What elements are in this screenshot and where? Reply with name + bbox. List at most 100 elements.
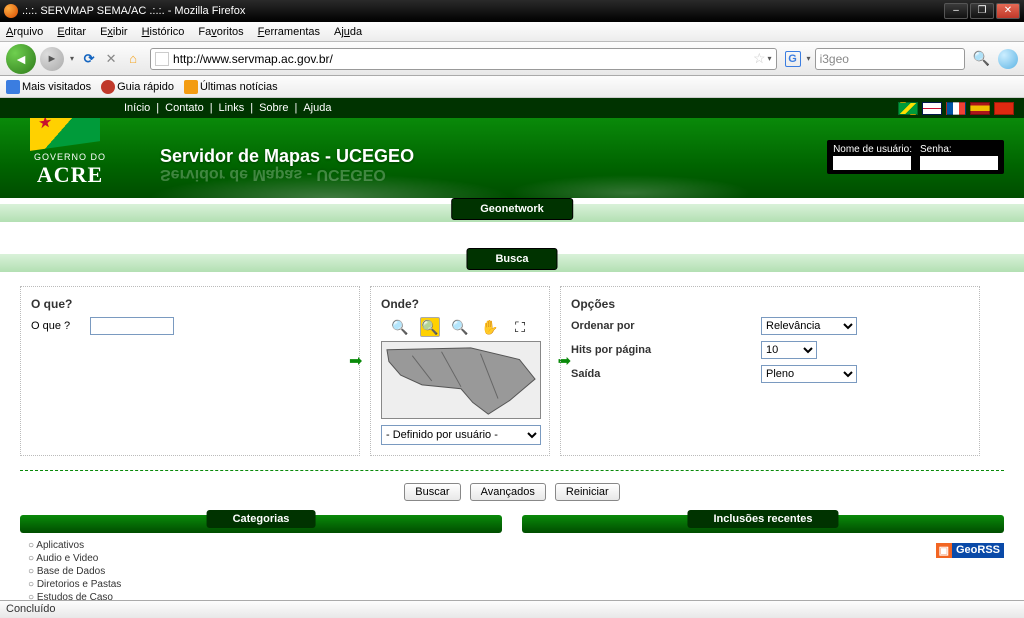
what-title: O que? bbox=[31, 297, 349, 311]
search-input[interactable]: i3geo bbox=[815, 48, 965, 70]
flag-spain-icon[interactable] bbox=[970, 102, 990, 115]
map-tools: 🔍 🔍 🔍 ✋ ⛶ bbox=[381, 317, 539, 337]
hits-label: Hits por página bbox=[571, 344, 761, 356]
home-button[interactable]: ⌂ bbox=[124, 50, 142, 68]
search-engine-dropdown-icon[interactable]: ▾ bbox=[807, 54, 811, 63]
nav-sobre[interactable]: Sobre bbox=[259, 102, 288, 114]
site-identity-icon[interactable] bbox=[155, 52, 169, 66]
menu-tools[interactable]: Ferramentas bbox=[258, 26, 320, 38]
nav-contato[interactable]: Contato bbox=[165, 102, 204, 114]
list-item[interactable]: Audio e Video bbox=[28, 552, 502, 565]
password-label: Senha: bbox=[920, 144, 998, 155]
where-select[interactable]: - Definido por usuário - bbox=[381, 425, 541, 445]
url-bar[interactable]: ☆ ▾ bbox=[150, 48, 777, 70]
advanced-button[interactable]: Avançados bbox=[470, 483, 546, 501]
window-buttons: – ❐ ✕ bbox=[944, 3, 1020, 19]
hits-select[interactable]: 10 bbox=[761, 341, 817, 359]
menu-view[interactable]: Exibir bbox=[100, 26, 128, 38]
bookmarks-toolbar: Mais visitados Guia rápido Últimas notíc… bbox=[0, 76, 1024, 98]
nav-links[interactable]: Links bbox=[219, 102, 245, 114]
divider bbox=[20, 470, 1004, 471]
pan-icon[interactable]: ✋ bbox=[480, 317, 500, 337]
minimize-button[interactable]: – bbox=[944, 3, 968, 19]
flag-france-icon[interactable] bbox=[946, 102, 966, 115]
bookmark-star-icon[interactable]: ☆ bbox=[753, 50, 766, 67]
stop-button[interactable]: ✕ bbox=[102, 50, 120, 68]
menu-edit[interactable]: Editar bbox=[57, 26, 86, 38]
geonetwork-tab[interactable]: Geonetwork bbox=[451, 198, 573, 220]
search-value: i3geo bbox=[820, 52, 849, 66]
flag-china-icon[interactable] bbox=[994, 102, 1014, 115]
list-item[interactable]: Diretorios e Pastas bbox=[28, 578, 502, 591]
close-button[interactable]: ✕ bbox=[996, 3, 1020, 19]
panel-where: ➡ ➡ Onde? 🔍 🔍 🔍 ✋ ⛶ - Definido por usuár bbox=[370, 286, 550, 456]
menu-history[interactable]: Histórico bbox=[142, 26, 185, 38]
search-go-icon[interactable]: 🔍 bbox=[973, 50, 990, 67]
full-extent-icon[interactable]: ⛶ bbox=[510, 317, 530, 337]
bottom-columns: Categorias Aplicativos Audio e Video Bas… bbox=[0, 515, 1024, 604]
username-input[interactable] bbox=[833, 156, 911, 170]
flag-brazil-icon[interactable] bbox=[898, 102, 918, 115]
bookmark-news[interactable]: Últimas notícias bbox=[184, 80, 278, 94]
menubar: Arquivo Editar Exibir Histórico Favorito… bbox=[0, 22, 1024, 42]
where-title: Onde? bbox=[381, 297, 539, 311]
nav-ajuda[interactable]: Ajuda bbox=[303, 102, 331, 114]
username-label: Nome de usuário: bbox=[833, 144, 912, 155]
categories-tab: Categorias bbox=[207, 510, 316, 528]
search-area: O que? O que ? ➡ ➡ Onde? 🔍 🔍 🔍 ✋ ⛶ bbox=[0, 272, 1024, 466]
nav-inicio[interactable]: Início bbox=[124, 102, 150, 114]
list-item[interactable]: Aplicativos bbox=[28, 539, 502, 552]
zoom-box-icon[interactable]: 🔍 bbox=[420, 317, 440, 337]
output-select[interactable]: Pleno bbox=[761, 365, 857, 383]
categories-list: Aplicativos Audio e Video Base de Dados … bbox=[20, 539, 502, 604]
reset-button[interactable]: Reiniciar bbox=[555, 483, 620, 501]
panel-options: Opções Ordenar por Relevância Hits por p… bbox=[560, 286, 980, 456]
rss-icon: ▣ bbox=[936, 543, 952, 558]
menu-file[interactable]: Arquivo bbox=[6, 26, 43, 38]
menu-help[interactable]: Ajuda bbox=[334, 26, 362, 38]
acre-flag-icon bbox=[30, 118, 100, 151]
top-nav-strip: Início | Contato | Links | Sobre | Ajuda bbox=[0, 98, 1024, 118]
password-input[interactable] bbox=[920, 156, 998, 170]
nav-toolbar: ◄ ► ▾ ⟳ ✕ ⌂ ☆ ▾ G ▾ i3geo 🔍 bbox=[0, 42, 1024, 76]
url-input[interactable] bbox=[173, 52, 753, 66]
language-flags bbox=[898, 102, 1014, 115]
window-title: .:.:. SERVMAP SEMA/AC .:.:. - Mozilla Fi… bbox=[22, 5, 944, 17]
back-button[interactable]: ◄ bbox=[6, 44, 36, 74]
weather-icon[interactable] bbox=[998, 49, 1018, 69]
what-label: O que ? bbox=[31, 320, 70, 332]
forward-button[interactable]: ► bbox=[40, 47, 64, 71]
maximize-button[interactable]: ❐ bbox=[970, 3, 994, 19]
search-engine-icon[interactable]: G bbox=[785, 51, 801, 67]
geonetwork-bar: Geonetwork bbox=[0, 204, 1024, 222]
flag-uk-icon[interactable] bbox=[922, 102, 942, 115]
status-bar: Concluído bbox=[0, 600, 1024, 618]
window-titlebar: .:.:. SERVMAP SEMA/AC .:.:. - Mozilla Fi… bbox=[0, 0, 1024, 22]
zoom-in-icon[interactable]: 🔍 bbox=[390, 317, 410, 337]
busca-bar: Busca bbox=[0, 254, 1024, 272]
site-header: GOVERNO DO ACRE Servidor de Mapas - UCEG… bbox=[0, 118, 1024, 198]
page-content: Início | Contato | Links | Sobre | Ajuda… bbox=[0, 98, 1024, 604]
acre-logo: GOVERNO DO ACRE bbox=[20, 118, 120, 198]
reload-button[interactable]: ⟳ bbox=[80, 50, 98, 68]
logo-acre-text: ACRE bbox=[20, 162, 120, 188]
output-label: Saída bbox=[571, 368, 761, 380]
georss-label: GeoRSS bbox=[952, 543, 1004, 558]
menu-bookmarks[interactable]: Favoritos bbox=[198, 26, 243, 38]
georss-badge[interactable]: ▣ GeoRSS bbox=[936, 543, 1004, 558]
bookmark-guide[interactable]: Guia rápido bbox=[101, 80, 174, 94]
bookmark-most-visited[interactable]: Mais visitados bbox=[6, 80, 91, 94]
status-text: Concluído bbox=[6, 603, 56, 615]
busca-tab: Busca bbox=[466, 248, 557, 270]
search-buttons: Buscar Avançados Reiniciar bbox=[0, 475, 1024, 515]
list-item[interactable]: Base de Dados bbox=[28, 565, 502, 578]
what-input[interactable] bbox=[90, 317, 174, 335]
order-select[interactable]: Relevância bbox=[761, 317, 857, 335]
search-button[interactable]: Buscar bbox=[404, 483, 460, 501]
history-dropdown-icon[interactable]: ▾ bbox=[68, 54, 76, 63]
minimap[interactable] bbox=[381, 341, 541, 419]
zoom-out-icon[interactable]: 🔍 bbox=[450, 317, 470, 337]
url-dropdown-icon[interactable]: ▾ bbox=[768, 54, 772, 63]
firefox-icon bbox=[4, 4, 18, 18]
arrow-left-icon[interactable]: ➡ bbox=[349, 351, 362, 371]
